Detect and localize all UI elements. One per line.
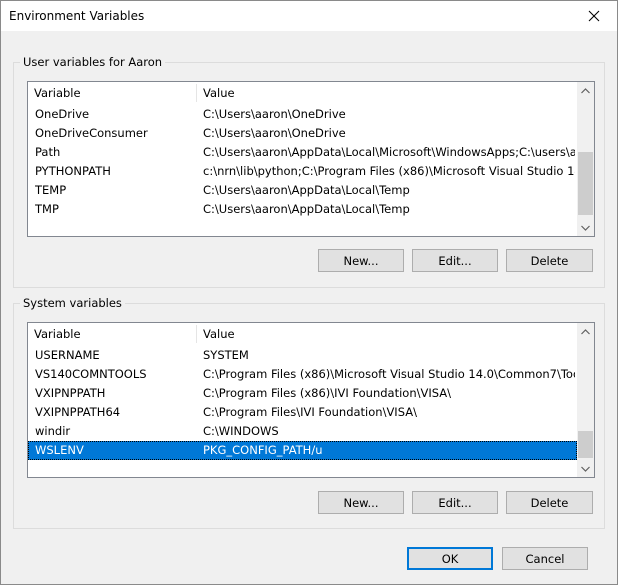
scroll-up-button[interactable] [577, 323, 594, 340]
variable-value: C:\Users\aaron\AppData\Local\Temp [203, 183, 410, 197]
cancel-button[interactable]: Cancel [502, 547, 588, 570]
variable-name: WSLENV [35, 443, 84, 457]
variable-value: C:\Users\aaron\AppData\Local\Temp [203, 202, 410, 216]
list-item-selected[interactable]: WSLENV PKG_CONFIG_PATH/u [28, 441, 577, 460]
title-bar: Environment Variables [1, 1, 617, 31]
scroll-thumb[interactable] [578, 152, 593, 215]
user-variables-header: Variable Value [28, 82, 594, 104]
variable-value: C:\Program Files (x86)\IVI Foundation\VI… [203, 386, 452, 400]
ok-button[interactable]: OK [407, 547, 493, 570]
variable-name: windir [35, 424, 71, 438]
list-item[interactable]: Path C:\Users\aaron\AppData\Local\Micros… [28, 143, 577, 162]
chevron-up-icon [581, 87, 590, 93]
user-delete-button[interactable]: Delete [506, 249, 593, 272]
environment-variables-dialog: Environment Variables User variables for… [0, 0, 618, 585]
variable-value: C:\Program Files (x86)\Microsoft Visual … [203, 367, 575, 381]
list-item[interactable]: VXIPNPPATH64 C:\Program Files\IVI Founda… [28, 403, 577, 422]
close-button[interactable] [571, 1, 617, 31]
list-item[interactable]: VS140COMNTOOLS C:\Program Files (x86)\Mi… [28, 365, 577, 384]
user-new-button[interactable]: New... [318, 249, 404, 272]
variable-value: C:\Users\aaron\OneDrive [203, 126, 346, 140]
variable-value: SYSTEM [203, 348, 249, 362]
system-variables-header: Variable Value [28, 323, 594, 345]
variable-name: TMP [35, 202, 59, 216]
system-variables-legend: System variables [20, 296, 125, 310]
system-variables-list[interactable]: Variable Value USERNAME SYSTEM VS140COMN… [27, 322, 595, 478]
column-header-variable[interactable]: Variable [28, 82, 196, 104]
variable-name: PYTHONPATH [35, 164, 111, 178]
variable-value: C:\Users\aaron\OneDrive [203, 107, 346, 121]
system-variables-scrollbar[interactable] [577, 323, 594, 477]
close-icon [588, 10, 600, 22]
variable-value: C:\Program Files\IVI Foundation\VISA\ [203, 405, 417, 419]
system-edit-button[interactable]: Edit... [412, 491, 498, 514]
chevron-down-icon [581, 225, 590, 231]
list-item[interactable]: VXIPNPPATH C:\Program Files (x86)\IVI Fo… [28, 384, 577, 403]
scroll-thumb[interactable] [578, 431, 593, 458]
variable-value: C:\Users\aaron\AppData\Local\Microsoft\W… [203, 145, 575, 159]
list-item[interactable]: TEMP C:\Users\aaron\AppData\Local\Temp [28, 181, 577, 200]
chevron-up-icon [581, 328, 590, 334]
variable-name: VXIPNPPATH [35, 386, 106, 400]
variable-name: VS140COMNTOOLS [35, 367, 147, 381]
chevron-down-icon [581, 466, 590, 472]
list-item[interactable]: windir C:\WINDOWS [28, 422, 577, 441]
variable-value: c:\nrn\lib\python;C:\Program Files (x86)… [203, 164, 575, 178]
system-delete-button[interactable]: Delete [506, 491, 593, 514]
variable-name: VXIPNPPATH64 [35, 405, 121, 419]
list-item[interactable]: OneDriveConsumer C:\Users\aaron\OneDrive [28, 124, 577, 143]
column-header-value[interactable]: Value [197, 323, 577, 345]
list-item[interactable]: USERNAME SYSTEM [28, 346, 577, 365]
scroll-down-button[interactable] [577, 219, 594, 236]
variable-name: TEMP [35, 183, 67, 197]
variable-value: PKG_CONFIG_PATH/u [203, 443, 323, 457]
user-variables-legend: User variables for Aaron [20, 55, 166, 69]
scroll-down-button[interactable] [577, 460, 594, 477]
variable-name: USERNAME [35, 348, 100, 362]
system-variables-group: System variables Variable Value USERNAME… [13, 296, 605, 529]
user-variables-group: User variables for Aaron Variable Value … [13, 55, 605, 288]
column-header-variable[interactable]: Variable [28, 323, 196, 345]
user-variables-list[interactable]: Variable Value OneDrive C:\Users\aaron\O… [27, 81, 595, 237]
user-variables-scrollbar[interactable] [577, 82, 594, 236]
scroll-up-button[interactable] [577, 82, 594, 99]
list-item[interactable]: TMP C:\Users\aaron\AppData\Local\Temp [28, 200, 577, 219]
system-new-button[interactable]: New... [318, 491, 404, 514]
variable-value: C:\WINDOWS [203, 424, 279, 438]
variable-name: OneDriveConsumer [35, 126, 148, 140]
list-item[interactable]: PYTHONPATH c:\nrn\lib\python;C:\Program … [28, 162, 577, 181]
list-item[interactable]: OneDrive C:\Users\aaron\OneDrive [28, 105, 577, 124]
column-header-value[interactable]: Value [197, 82, 577, 104]
window-title: Environment Variables [9, 9, 145, 23]
user-edit-button[interactable]: Edit... [412, 249, 498, 272]
variable-name: Path [35, 145, 61, 159]
variable-name: OneDrive [35, 107, 90, 121]
